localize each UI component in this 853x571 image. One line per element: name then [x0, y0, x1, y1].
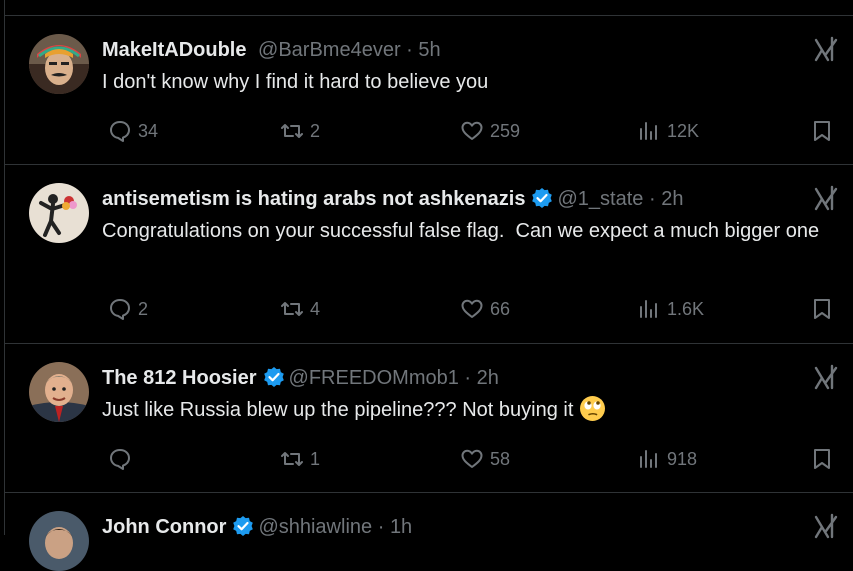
like-button[interactable]: 66	[460, 294, 510, 324]
views-icon	[637, 119, 661, 143]
repost-icon	[280, 447, 304, 471]
display-name[interactable]: The 812 Hoosier	[102, 367, 257, 389]
reply-icon	[108, 447, 132, 471]
tweet-header: The 812 Hoosier @FREEDOMmob1 · 2h	[102, 366, 794, 390]
grok-icon[interactable]	[814, 364, 838, 390]
face-with-rolling-eyes-emoji	[579, 395, 606, 422]
user-handle[interactable]: @1_state	[557, 188, 643, 210]
tweet[interactable]: The 812 Hoosier @FREEDOMmob1 · 2h Just li…	[5, 344, 853, 493]
views-icon	[637, 447, 661, 471]
previous-tweet-edge	[5, 0, 853, 16]
tweet-text: Congratulations on your successful false…	[102, 216, 830, 247]
reply-count: 2	[138, 298, 149, 319]
tweet-actions: 34 2 259 12K	[102, 116, 834, 146]
avatar[interactable]	[29, 362, 89, 422]
repost-count: 4	[310, 298, 321, 319]
separator: ·	[406, 39, 413, 61]
verified-badge-icon	[232, 515, 254, 537]
bookmark-icon	[810, 297, 834, 321]
tweet-text: Just like Russia blew up the pipeline???…	[102, 395, 830, 426]
like-icon	[460, 297, 484, 321]
grok-icon[interactable]	[814, 513, 838, 539]
user-handle[interactable]: @FREEDOMmob1	[289, 367, 459, 389]
like-count: 66	[490, 298, 511, 319]
views-button[interactable]: 918	[637, 444, 697, 474]
view-count: 1.6K	[667, 298, 705, 319]
tweet-text: I don't know why I find it hard to belie…	[102, 67, 830, 98]
repost-button[interactable]: 1	[280, 444, 320, 474]
views-icon	[637, 297, 661, 321]
like-count: 259	[490, 120, 521, 141]
like-icon	[460, 119, 484, 143]
timeline-column: MakeItADouble @BarBme4ever · 5h I don't …	[4, 0, 853, 571]
avatar[interactable]	[29, 34, 89, 94]
repost-icon	[280, 297, 304, 321]
bookmark-icon	[810, 119, 834, 143]
verified-badge-icon	[263, 366, 285, 388]
reply-button[interactable]	[108, 444, 138, 474]
views-button[interactable]: 12K	[637, 116, 699, 146]
verified-badge-icon	[531, 187, 553, 209]
separator: ·	[464, 367, 472, 389]
tweet[interactable]: antisemetism is hating arabs not ashkena…	[5, 165, 853, 344]
bookmark-button[interactable]	[810, 116, 834, 146]
tweet[interactable]: MakeItADouble @BarBme4ever · 5h I don't …	[5, 16, 853, 165]
reply-button[interactable]: 2	[108, 294, 148, 324]
repost-icon	[280, 119, 304, 143]
tweet-text-content: Just like Russia blew up the pipeline???…	[102, 399, 574, 421]
reply-icon	[108, 119, 132, 143]
display-name[interactable]: antisemetism is hating arabs not ashkena…	[102, 188, 525, 210]
grok-icon[interactable]	[814, 36, 838, 62]
views-button[interactable]: 1.6K	[637, 294, 704, 324]
tweet-header: MakeItADouble @BarBme4ever · 5h	[102, 38, 794, 62]
display-name[interactable]: MakeItADouble	[102, 39, 246, 61]
timestamp[interactable]: 5h	[418, 39, 440, 61]
timestamp[interactable]: 2h	[661, 188, 683, 210]
view-count: 12K	[667, 120, 700, 141]
tweet-actions: 2 4 66 1.6K	[102, 294, 834, 324]
grok-icon[interactable]	[814, 185, 838, 211]
timestamp[interactable]: 2h	[477, 367, 499, 389]
avatar[interactable]	[29, 511, 89, 571]
tweet-header: John Connor @shhiawline · 1h	[102, 515, 794, 539]
repost-button[interactable]: 2	[280, 116, 320, 146]
reply-count: 34	[138, 120, 159, 141]
avatar[interactable]	[29, 183, 89, 243]
reply-button[interactable]: 34	[108, 116, 158, 146]
bookmark-button[interactable]	[810, 294, 834, 324]
tweet-text-content: Congratulations on your successful false…	[102, 220, 820, 242]
separator: ·	[648, 188, 656, 210]
bookmark-button[interactable]	[810, 444, 834, 474]
like-count: 58	[490, 448, 511, 469]
repost-button[interactable]: 4	[280, 294, 320, 324]
tweet[interactable]: John Connor @shhiawline · 1h	[5, 493, 853, 571]
user-handle[interactable]: @BarBme4ever	[258, 39, 401, 61]
repost-count: 2	[310, 120, 321, 141]
like-button[interactable]: 58	[460, 444, 510, 474]
bookmark-icon	[810, 447, 834, 471]
tweet-actions: 1 58 918	[102, 444, 834, 474]
view-count: 918	[667, 448, 698, 469]
tweet-header: antisemetism is hating arabs not ashkena…	[102, 187, 794, 211]
reply-icon	[108, 297, 132, 321]
like-icon	[460, 447, 484, 471]
tweet-text-content: I don't know why I find it hard to belie…	[102, 71, 489, 93]
repost-count: 1	[310, 448, 321, 469]
like-button[interactable]: 259	[460, 116, 520, 146]
